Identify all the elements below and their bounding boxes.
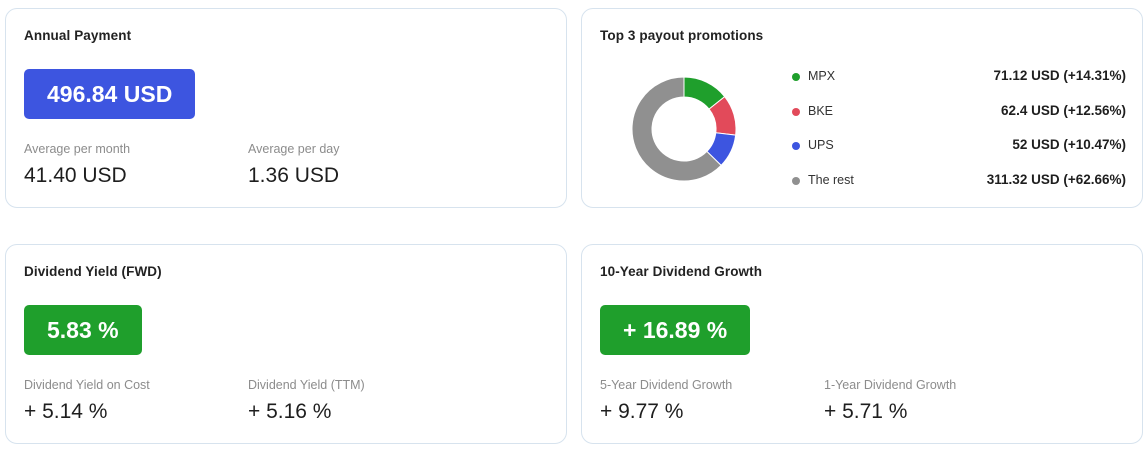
legend-row-mpx: MPX 71.12 USD (+14.31%) [792,67,1126,87]
legend-row-bke: BKE 62.4 USD (+12.56%) [792,102,1126,122]
legend-row-the-rest: The rest 311.32 USD (+62.66%) [792,171,1126,191]
one-year-growth-label: 1-Year Dividend Growth [824,378,957,392]
yield-ttm-value: + 5.16 % [248,400,332,423]
top-payout-promotions-title: Top 3 payout promotions [600,28,764,43]
average-per-month-value: 41.40 USD [24,164,127,187]
legend-row-ups: UPS 52 USD (+10.47%) [792,136,1126,156]
average-per-day-value: 1.36 USD [248,164,340,187]
dividend-growth-card: 10-Year Dividend Growth + 16.89 % 5-Year… [581,244,1143,444]
legend-value-ups: 52 USD (+10.47%) [1012,137,1126,152]
five-year-growth-value: + 9.77 % [600,400,684,423]
legend-name-ups: UPS [808,138,834,152]
dividend-growth-badge: + 16.89 % [600,305,751,355]
legend-name-mpx: MPX [808,69,836,83]
legend-name-bke: BKE [808,104,834,118]
payout-donut-chart [631,76,737,182]
five-year-growth-label: 5-Year Dividend Growth [600,378,733,392]
legend-dot-bke [792,108,800,116]
legend-dot-the-rest [792,177,800,185]
legend-value-bke: 62.4 USD (+12.56%) [1001,103,1126,118]
legend-name-the-rest: The rest [808,173,854,187]
dividend-growth-title: 10-Year Dividend Growth [600,264,763,279]
legend-dot-ups [792,142,800,150]
yield-ttm-label: Dividend Yield (TTM) [248,378,365,392]
average-per-day-label: Average per day [248,142,340,156]
dividend-yield-card: Dividend Yield (FWD) 5.83 % Dividend Yie… [5,244,567,444]
legend-value-the-rest: 311.32 USD (+62.66%) [986,172,1126,187]
yield-on-cost-value: + 5.14 % [24,400,108,423]
legend-value-mpx: 71.12 USD (+14.31%) [993,68,1126,83]
one-year-growth-value: + 5.71 % [824,400,908,423]
dividend-yield-title: Dividend Yield (FWD) [24,264,162,279]
annual-payment-badge: 496.84 USD [24,69,196,119]
annual-payment-title: Annual Payment [24,28,132,43]
yield-on-cost-label: Dividend Yield on Cost [24,378,150,392]
top-payout-promotions-card: Top 3 payout promotions MPX 71.12 USD (+… [581,8,1143,208]
average-per-month-label: Average per month [24,142,131,156]
annual-payment-card: Annual Payment 496.84 USD Average per mo… [5,8,567,208]
legend-dot-mpx [792,73,800,81]
dividend-yield-badge: 5.83 % [24,305,142,355]
